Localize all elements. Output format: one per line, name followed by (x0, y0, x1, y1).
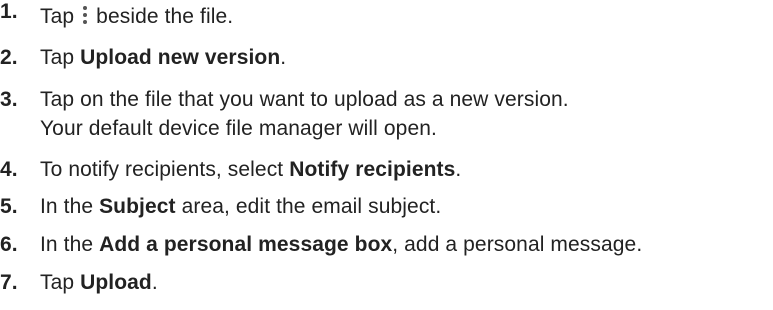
step-number: 3. (0, 88, 18, 111)
step-text: In the Subject area, edit the email subj… (40, 192, 441, 221)
step-text-before: Tap (40, 5, 75, 28)
step-emphasis: Upload new version (80, 46, 281, 69)
step-emphasis: Add a personal message box (99, 233, 393, 256)
step-text: Tap beside the file. (40, 2, 233, 31)
step-text-before: Tap (40, 46, 81, 69)
step-3: 3. Tap on the file that you want to uplo… (0, 85, 569, 143)
step-text-after: , add a personal message. (392, 233, 643, 256)
step-text-line-1: Tap on the file that you want to upload … (40, 88, 569, 111)
step-text: To notify recipients, select Notify reci… (40, 155, 461, 184)
step-text-before: In the (40, 233, 100, 256)
step-text-after: area, edit the email subject. (175, 195, 442, 218)
step-text-after: . (151, 271, 158, 294)
step-number: 6. (0, 233, 18, 256)
step-text: In the Add a personal message box, add a… (40, 230, 642, 259)
step-2: 2. Tap Upload new version. (0, 43, 286, 72)
step-number: 5. (0, 195, 18, 218)
step-text-after: . (280, 46, 287, 69)
step-text-after: . (455, 158, 462, 181)
step-emphasis: Subject (99, 195, 176, 218)
step-number: 7. (0, 271, 18, 294)
step-5: 5. In the Subject area, edit the email s… (0, 192, 441, 221)
step-6: 6. In the Add a personal message box, ad… (0, 230, 642, 259)
step-number: 1. (0, 0, 18, 23)
step-text: Tap Upload. (40, 268, 158, 297)
more-vertical-icon (80, 5, 90, 25)
step-4: 4. To notify recipients, select Notify r… (0, 155, 461, 184)
step-text-before: To notify recipients, select (40, 158, 290, 181)
step-number: 2. (0, 46, 18, 69)
step-text-before: Tap (40, 271, 81, 294)
step-number: 4. (0, 158, 18, 181)
step-emphasis: Notify recipients (289, 158, 456, 181)
step-1: 1. Tap beside the file. (0, 0, 233, 31)
step-text-line-2: Your default device file manager will op… (40, 117, 437, 140)
step-7: 7. Tap Upload. (0, 268, 158, 297)
step-text-before: In the (40, 195, 100, 218)
step-text: Tap on the file that you want to upload … (40, 85, 569, 143)
step-emphasis: Upload (80, 271, 152, 294)
step-text: Tap Upload new version. (40, 43, 286, 72)
step-text-after: beside the file. (96, 5, 234, 28)
